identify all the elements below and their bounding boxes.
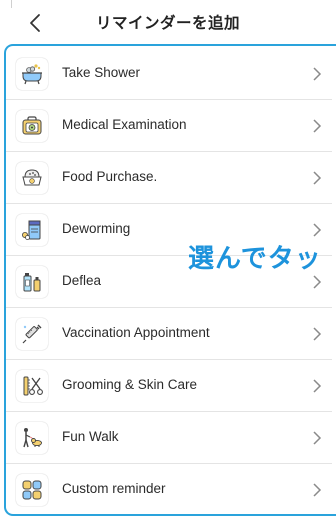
- reminder-item-medical-examination[interactable]: Medical Examination: [6, 100, 332, 152]
- reminder-item-vaccination-appointment[interactable]: Vaccination Appointment: [6, 308, 332, 360]
- reminder-label: Custom reminder: [62, 481, 166, 496]
- chevron-right-icon: [313, 483, 322, 497]
- chevron-right-icon: [313, 67, 322, 81]
- chevron-right-icon: [313, 223, 322, 237]
- bathtub-icon: [16, 58, 48, 90]
- reminder-label: Medical Examination: [62, 117, 187, 132]
- grid-tiles-icon: [16, 474, 48, 506]
- medicine-box-icon: [16, 214, 48, 246]
- pet-food-bowl-icon: [16, 162, 48, 194]
- reminder-label: Fun Walk: [62, 429, 119, 444]
- reminder-label: Take Shower: [62, 65, 141, 80]
- app-header: リマインダーを追加: [0, 0, 336, 44]
- chevron-right-icon: [313, 379, 322, 393]
- page-title: リマインダーを追加: [95, 15, 240, 32]
- reminder-item-custom-reminder[interactable]: Custom reminder: [6, 464, 332, 516]
- reminder-label: Deworming: [62, 221, 131, 236]
- instruction-overlay-text: 選んでタッ: [188, 244, 322, 274]
- syringe-icon: [16, 318, 48, 350]
- reminder-item-take-shower[interactable]: Take Shower: [6, 48, 332, 100]
- reminder-item-fun-walk[interactable]: Fun Walk: [6, 412, 332, 464]
- reminder-label: Vaccination Appointment: [62, 325, 210, 340]
- scissors-comb-icon: [16, 370, 48, 402]
- reminder-label: Food Purchase.: [62, 169, 158, 184]
- flea-spray-icon: [16, 266, 48, 298]
- chevron-right-icon: [313, 327, 322, 341]
- medical-bag-icon: [16, 110, 48, 142]
- chevron-right-icon: [313, 171, 322, 185]
- chevron-right-icon: [313, 119, 322, 133]
- reminder-label: Deflea: [62, 273, 102, 288]
- reminder-item-grooming-skin-care[interactable]: Grooming & Skin Care: [6, 360, 332, 412]
- chevron-right-icon: [313, 275, 322, 289]
- header-edge-line: [11, 0, 12, 8]
- reminder-label: Grooming & Skin Care: [62, 377, 198, 392]
- dog-walk-icon: [16, 422, 48, 454]
- chevron-right-icon: [313, 431, 322, 445]
- reminder-item-food-purchase[interactable]: Food Purchase.: [6, 152, 332, 204]
